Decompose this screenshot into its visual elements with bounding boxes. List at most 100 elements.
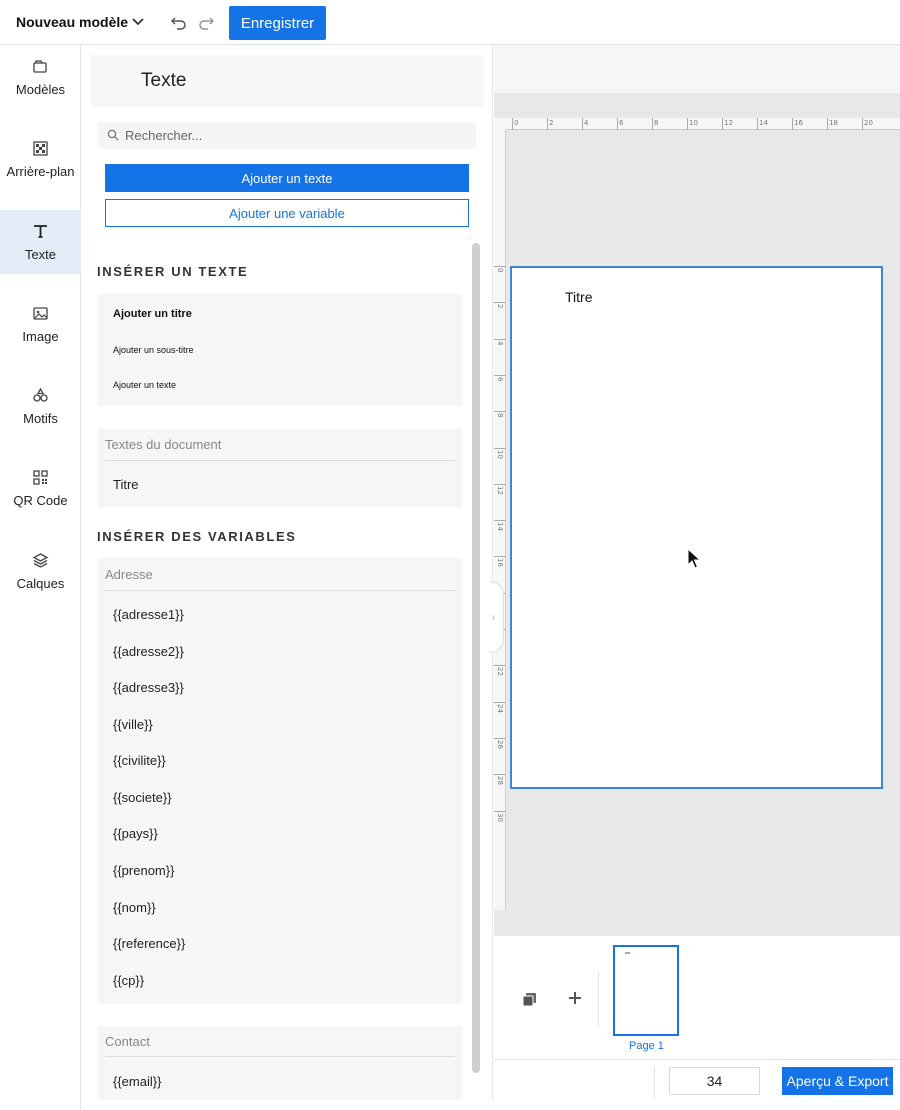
app-root: Nouveau modèle Enregistrer Modèles Arriè… [0,0,900,1110]
nav-item-modeles[interactable]: Modèles [0,45,81,109]
ruler-tick [494,556,506,558]
add-text-button[interactable]: Ajouter un texte [105,164,469,192]
panel-header: Texte [91,55,484,107]
text-icon [34,225,47,238]
ruler-tick [792,118,793,130]
nav-label: Motifs [23,411,58,426]
redo-icon[interactable] [198,14,215,31]
contact-variables-card: Contact {{email}} [98,1026,462,1100]
variable-item[interactable]: {{prenom}} [113,863,174,878]
add-title-item[interactable]: Ajouter un titre [113,308,192,320]
variable-item[interactable]: {{ville}} [113,717,153,732]
nav-item-texte[interactable]: Texte [0,210,81,274]
ruler-tick-label: 12 [724,119,733,127]
panel-title: Texte [141,70,187,91]
undo-icon[interactable] [170,14,187,31]
contact-group-header: Contact [105,1034,150,1049]
ruler-tick [722,118,723,130]
ruler-tick-label: 8 [496,413,504,418]
chevron-left-icon: ‹ [492,612,496,623]
nav-label: Arrière-plan [6,164,75,179]
variable-item[interactable]: {{adresse2}} [113,644,184,659]
page-thumbnail[interactable] [613,945,679,1036]
chevron-down-icon[interactable] [131,14,145,28]
ruler-tick [494,810,506,812]
ruler-tick [494,520,506,522]
background-icon [33,141,48,156]
add-variable-button[interactable]: Ajouter une variable [105,199,469,227]
nav-label: QR Code [13,493,68,508]
ruler-tick-label: 16 [496,558,504,568]
canvas-area: 02468101214161820 0246810121416182022242… [490,45,900,935]
variable-item[interactable]: {{reference}} [113,936,185,951]
insert-variables-section-title: INSÉRER DES VARIABLES [97,529,297,544]
ruler-tick-label: 2 [496,304,504,309]
ruler-tick-label: 0 [514,119,519,127]
duplicate-page-icon[interactable] [521,991,538,1008]
page-title-text[interactable]: Titre [565,289,592,305]
nav-item-motifs[interactable]: Motifs [0,374,81,438]
variable-item[interactable]: {{cp}} [113,973,144,988]
search-box[interactable] [98,122,476,149]
add-page-icon[interactable] [567,990,583,1006]
save-button[interactable]: Enregistrer [229,6,326,40]
panel-scrollbar[interactable] [472,243,480,1073]
ruler-tick [494,266,506,267]
variable-item[interactable]: {{adresse3}} [113,680,184,695]
canvas-toolbar [494,45,900,93]
divider [598,971,599,1026]
divider [654,1066,655,1098]
ruler-tick-label: 6 [619,119,624,127]
variable-item[interactable]: {{societe}} [113,790,172,805]
layers-icon [32,553,49,568]
zoom-input[interactable] [669,1067,760,1095]
nav-label: Modèles [15,82,66,97]
ruler-tick-label: 24 [496,703,504,713]
ruler-tick-label: 4 [584,119,589,127]
divider [105,1056,455,1057]
nav-item-qr-code[interactable]: QR Code [0,456,81,520]
nav-item-calques[interactable]: Calques [0,539,81,603]
document-texts-card: Textes du document Titre [98,429,462,507]
ruler-tick [512,118,513,130]
nav-item-image[interactable]: Image [0,292,81,356]
ruler-tick [494,701,506,703]
shapes-icon [33,387,48,402]
ruler-tick [862,118,863,130]
address-variables-card: Adresse {{adresse1}} {{adresse2}} {{adre… [98,558,462,1004]
ruler-tick-label: 14 [759,119,768,127]
ruler-tick [582,118,583,130]
page-canvas[interactable]: Titre [510,266,883,789]
search-input[interactable] [125,122,465,149]
ruler-tick-label: 18 [829,119,838,127]
insert-text-section-title: INSÉRER UN TEXTE [97,264,249,279]
page-thumbnail-label: Page 1 [629,1040,664,1052]
ruler-tick [687,118,688,130]
ruler-tick-label: 10 [689,119,698,127]
ruler-horizontal: 0 2 4 6 8 10 12 14 16 18 20 [506,118,900,130]
ruler-corner [494,118,506,130]
variable-item[interactable]: {{pays}} [113,826,158,841]
panel-collapse-handle[interactable]: ‹ [490,581,504,653]
variable-item[interactable]: {{adresse1}} [113,607,184,622]
ruler-tick [494,447,506,449]
nav-label: Image [22,329,59,344]
variable-item[interactable]: {{nom}} [113,900,156,915]
variable-item[interactable]: {{civilite}} [113,753,166,768]
ruler-tick-label: 26 [496,739,504,749]
nav-label: Calques [16,576,65,591]
footer-bar: Aperçu & Export [494,1059,900,1110]
ruler-tick-label: 14 [496,522,504,532]
ruler-tick [547,118,548,130]
qr-code-icon [33,470,48,485]
model-name[interactable]: Nouveau modèle [16,14,128,30]
variable-item[interactable]: {{email}} [113,1074,161,1089]
add-subtitle-item[interactable]: Ajouter un sous-titre [113,345,194,355]
ruler-tick [494,665,506,667]
ruler-tick-label: 12 [496,485,504,495]
add-body-text-item[interactable]: Ajouter un texte [113,380,176,390]
preview-export-button[interactable]: Aperçu & Export [782,1067,893,1095]
document-text-item[interactable]: Titre [113,477,139,492]
divider [105,460,455,461]
nav-item-arriere-plan[interactable]: Arrière-plan [0,127,81,191]
